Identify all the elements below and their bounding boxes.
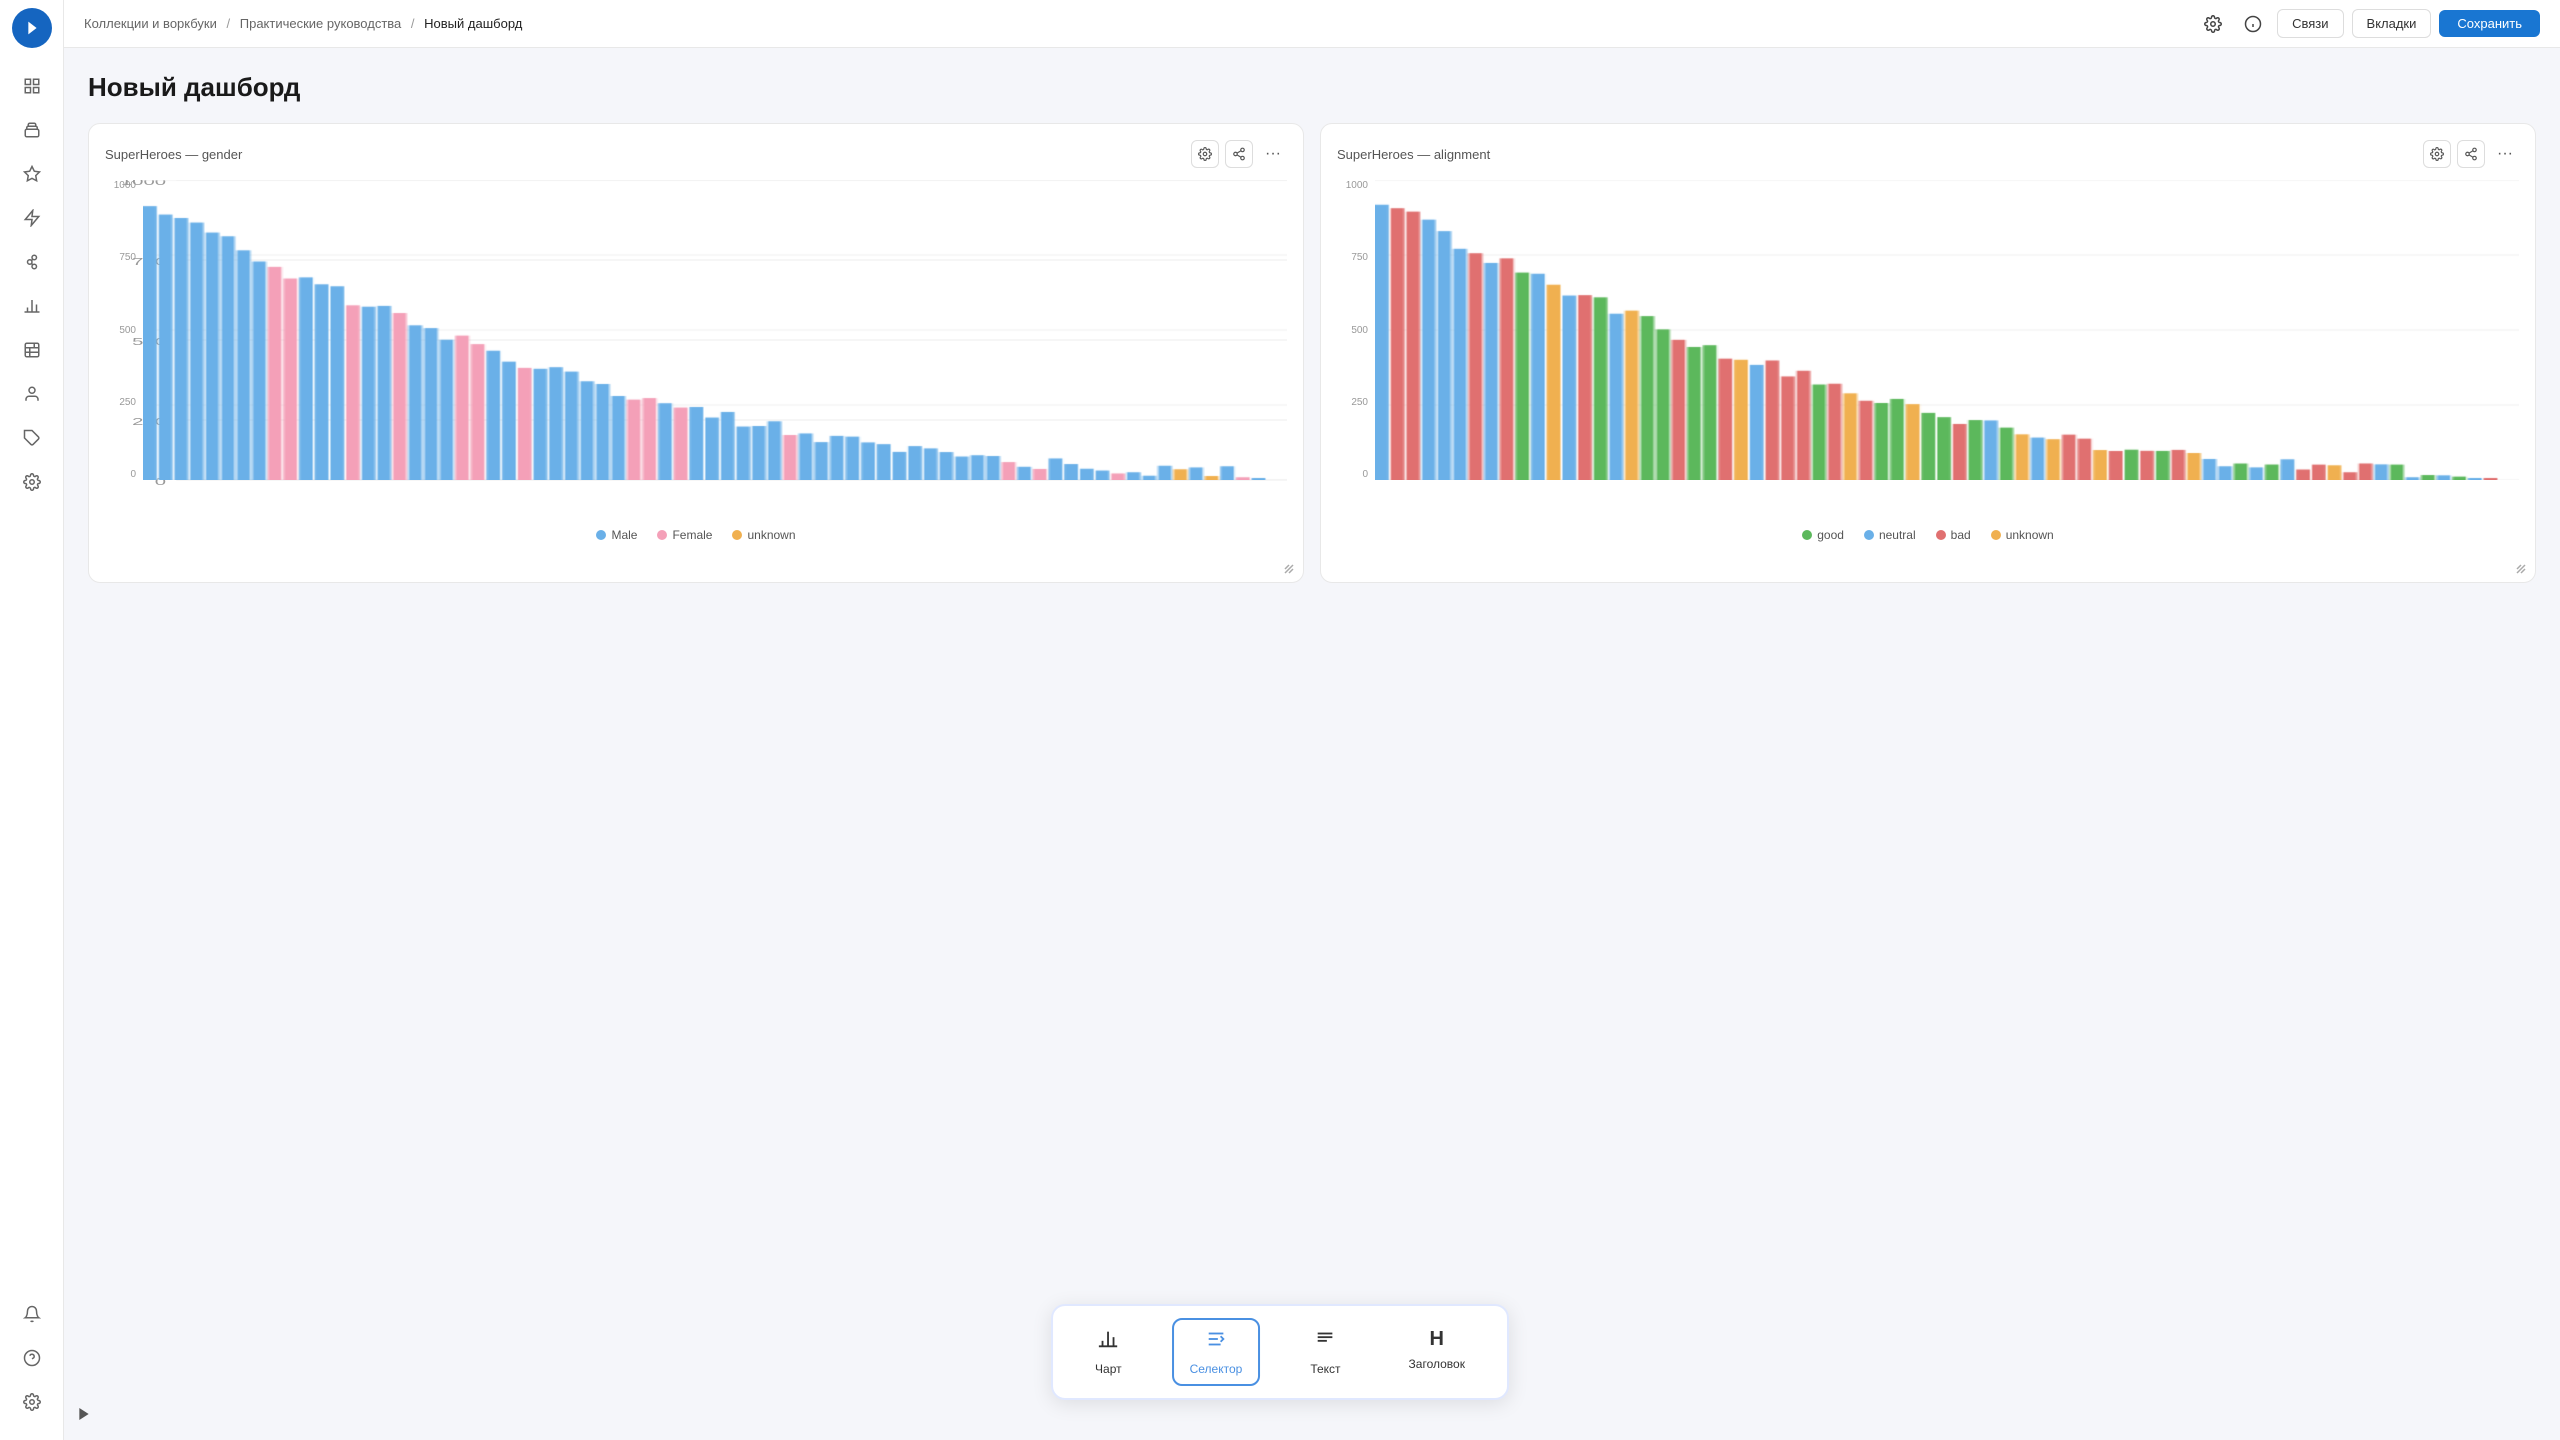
breadcrumb-part1[interactable]: Коллекции и воркбуки xyxy=(84,16,217,31)
topbar-info-btn[interactable] xyxy=(2237,8,2269,40)
chart-title-alignment: SuperHeroes — alignment xyxy=(1337,147,1490,162)
y-labels-gender: 10007505002500 xyxy=(105,180,140,480)
chart-actions-gender: ··· xyxy=(1191,140,1287,168)
breadcrumb-part2[interactable]: Практические руководства xyxy=(240,16,402,31)
sidebar-bottom xyxy=(12,1292,52,1432)
legend-dot-unknown-alignment xyxy=(1991,530,2001,540)
legend-dot-male xyxy=(596,530,606,540)
connections-btn[interactable]: Связи xyxy=(2277,9,2343,38)
widget-chart-btn[interactable]: Чарт xyxy=(1077,1318,1140,1386)
chart-title-gender: SuperHeroes — gender xyxy=(105,147,242,162)
chart-more-gender[interactable]: ··· xyxy=(1259,140,1287,168)
selector-widget-icon xyxy=(1205,1328,1227,1356)
legend-male: Male xyxy=(596,528,637,542)
chart-widget-icon xyxy=(1097,1328,1119,1356)
chart-legend-gender: Male Female unknown xyxy=(105,528,1287,542)
legend-dot-bad xyxy=(1936,530,1946,540)
topbar-settings-btn[interactable] xyxy=(2197,8,2229,40)
sidebar-item-star[interactable] xyxy=(12,154,52,194)
text-widget-icon xyxy=(1314,1328,1336,1356)
logo[interactable] xyxy=(12,8,52,48)
sidebar-item-tag[interactable] xyxy=(12,418,52,458)
sidebar-item-table-plus[interactable] xyxy=(12,330,52,370)
widget-text-btn[interactable]: Текст xyxy=(1292,1318,1358,1386)
legend-dot-female xyxy=(657,530,667,540)
breadcrumb-sep1: / xyxy=(227,16,231,31)
sidebar-item-collection[interactable] xyxy=(12,110,52,150)
legend-label-unknown-alignment: unknown xyxy=(2006,528,2054,542)
save-btn[interactable]: Сохранить xyxy=(2439,10,2540,37)
sidebar-item-settings[interactable] xyxy=(12,1382,52,1422)
sidebar-item-bar-chart[interactable] xyxy=(12,286,52,326)
chart-resize-gender[interactable] xyxy=(1283,562,1295,574)
legend-label-neutral: neutral xyxy=(1879,528,1916,542)
legend-dot-neutral xyxy=(1864,530,1874,540)
chart-actions-alignment: ··· xyxy=(2423,140,2519,168)
chart-header-alignment: SuperHeroes — alignment xyxy=(1337,140,2519,168)
chart-settings-alignment[interactable] xyxy=(2423,140,2451,168)
legend-label-male: Male xyxy=(611,528,637,542)
alignment-chart-canvas xyxy=(1375,180,2519,480)
sidebar-item-person[interactable] xyxy=(12,374,52,414)
legend-label-female: Female xyxy=(672,528,712,542)
y-labels-alignment: 10007505002500 xyxy=(1337,180,1372,480)
sidebar-item-help[interactable] xyxy=(12,1338,52,1378)
gender-chart-canvas xyxy=(143,180,1287,480)
breadcrumb-part3[interactable]: Новый дашборд xyxy=(424,16,522,31)
legend-unknown-gender: unknown xyxy=(732,528,795,542)
content-area: Новый дашборд SuperHeroes — gender xyxy=(64,48,2560,1440)
chart-share-alignment[interactable] xyxy=(2457,140,2485,168)
legend-label-bad: bad xyxy=(1951,528,1971,542)
legend-label-unknown-gender: unknown xyxy=(747,528,795,542)
topbar: Коллекции и воркбуки / Практические руко… xyxy=(64,0,2560,48)
chart-header-gender: SuperHeroes — gender xyxy=(105,140,1287,168)
chart-card-alignment: SuperHeroes — alignment xyxy=(1320,123,2536,583)
breadcrumb-sep2: / xyxy=(411,16,415,31)
widget-selector-label: Селектор xyxy=(1190,1362,1243,1376)
chart-resize-alignment[interactable] xyxy=(2515,562,2527,574)
chart-more-alignment[interactable]: ··· xyxy=(2491,140,2519,168)
sidebar-item-settings-gear[interactable] xyxy=(12,462,52,502)
sidebar-item-lightning[interactable] xyxy=(12,198,52,238)
sidebar-item-bell[interactable] xyxy=(12,1294,52,1334)
chart-share-gender[interactable] xyxy=(1225,140,1253,168)
main-content: Коллекции и воркбуки / Практические руко… xyxy=(64,0,2560,1440)
legend-label-good: good xyxy=(1817,528,1844,542)
tabs-btn[interactable]: Вкладки xyxy=(2352,9,2432,38)
chart-legend-alignment: good neutral bad unknown xyxy=(1337,528,2519,542)
heading-widget-icon: H xyxy=(1430,1328,1444,1351)
legend-neutral: neutral xyxy=(1864,528,1916,542)
widget-heading-btn[interactable]: H Заголовок xyxy=(1391,1318,1483,1386)
legend-bad: bad xyxy=(1936,528,1971,542)
charts-row: SuperHeroes — gender xyxy=(88,123,2536,583)
topbar-actions: Связи Вкладки Сохранить xyxy=(2197,8,2540,40)
legend-dot-good xyxy=(1802,530,1812,540)
legend-good: good xyxy=(1802,528,1844,542)
sidebar xyxy=(0,0,64,1440)
legend-dot-unknown-gender xyxy=(732,530,742,540)
sidebar-item-links[interactable] xyxy=(12,242,52,282)
widget-selector-btn[interactable]: Селектор xyxy=(1172,1318,1261,1386)
widget-chart-label: Чарт xyxy=(1095,1362,1122,1376)
legend-female: Female xyxy=(657,528,712,542)
widget-heading-label: Заголовок xyxy=(1409,1357,1465,1371)
play-btn[interactable] xyxy=(70,1400,98,1428)
chart-card-gender: SuperHeroes — gender xyxy=(88,123,1304,583)
sidebar-item-grid[interactable] xyxy=(12,66,52,106)
legend-unknown-alignment: unknown xyxy=(1991,528,2054,542)
widget-text-label: Текст xyxy=(1310,1362,1340,1376)
chart-settings-gender[interactable] xyxy=(1191,140,1219,168)
widget-bar: Чарт Селектор Текст H Загол xyxy=(1051,1304,1509,1400)
page-title: Новый дашборд xyxy=(88,72,2536,103)
breadcrumb: Коллекции и воркбуки / Практические руко… xyxy=(84,16,2189,31)
